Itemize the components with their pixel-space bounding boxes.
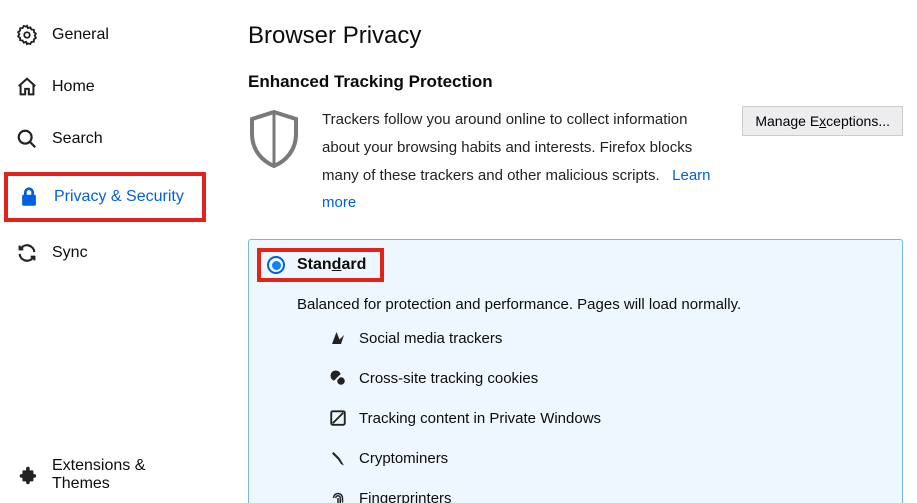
social-trackers-icon [329, 329, 347, 347]
sidebar-item-home[interactable]: Home [10, 68, 210, 106]
sidebar-item-search[interactable]: Search [10, 120, 210, 158]
fingerprinters-icon [329, 489, 347, 503]
sidebar-item-label: Privacy & Security [54, 188, 184, 206]
sidebar-item-extensions-themes[interactable]: Extensions & Themes [10, 449, 210, 501]
search-icon [16, 128, 38, 150]
sidebar-item-label: General [52, 26, 109, 44]
sync-icon [16, 242, 38, 264]
feature-cryptominers: Cryptominers [329, 449, 886, 467]
tracking-content-icon [329, 409, 347, 427]
settings-sidebar: General Home Search Privacy & [0, 0, 220, 503]
radio-standard-label: Standard [297, 256, 366, 274]
settings-content: Browser Privacy Enhanced Tracking Protec… [220, 0, 917, 503]
cookies-icon [329, 369, 347, 387]
sidebar-item-privacy-security[interactable]: Privacy & Security [8, 176, 202, 218]
manage-exceptions-button[interactable]: Manage Exceptions... [742, 106, 903, 136]
sidebar-item-label: Sync [52, 244, 88, 262]
radio-standard[interactable] [267, 256, 285, 274]
etp-description: Trackers follow you around online to col… [322, 106, 720, 217]
puzzle-icon [16, 464, 38, 486]
feature-fingerprinters: Fingerprinters [329, 489, 886, 503]
home-icon [16, 76, 38, 98]
page-title: Browser Privacy [248, 22, 903, 50]
highlight-privacy: Privacy & Security [4, 172, 206, 222]
feature-cross-site-cookies: Cross-site tracking cookies [329, 369, 886, 387]
sidebar-item-label: Search [52, 130, 103, 148]
lock-icon [18, 186, 40, 208]
feature-social-trackers: Social media trackers [329, 329, 886, 347]
etp-option-standard[interactable]: Standard Balanced for protection and per… [248, 239, 903, 503]
sidebar-item-general[interactable]: General [10, 16, 210, 54]
gear-icon [16, 24, 38, 46]
sidebar-item-sync[interactable]: Sync [10, 234, 210, 272]
shield-icon [248, 106, 300, 174]
feature-tracking-content: Tracking content in Private Windows [329, 409, 886, 427]
cryptominers-icon [329, 449, 347, 467]
standard-description: Balanced for protection and performance.… [297, 296, 886, 313]
sidebar-item-label: Home [52, 78, 95, 96]
sidebar-item-label: Extensions & Themes [52, 457, 204, 493]
etp-heading: Enhanced Tracking Protection [248, 72, 903, 92]
highlight-standard: Standard [257, 248, 384, 282]
